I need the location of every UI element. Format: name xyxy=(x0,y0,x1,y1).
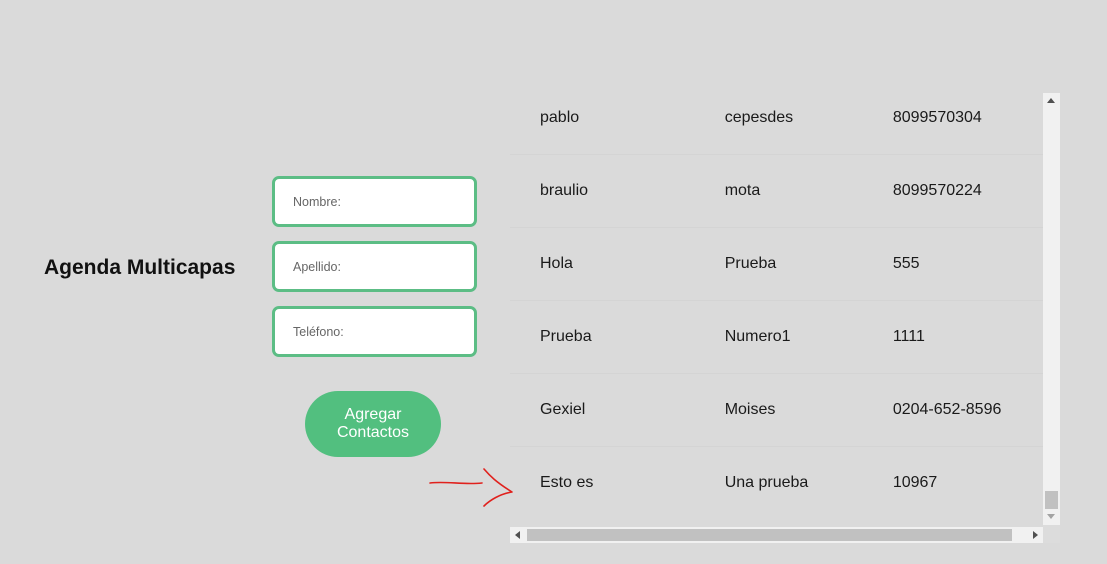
horizontal-scrollbar[interactable] xyxy=(510,527,1043,543)
contact-apellido: Moises xyxy=(724,373,893,447)
vertical-scroll-thumb[interactable] xyxy=(1045,491,1058,509)
vertical-scrollbar[interactable] xyxy=(1043,93,1060,525)
table-row: Gexiel Moises 0204-652-8596 xyxy=(510,373,1043,447)
contact-nombre: Prueba xyxy=(510,300,725,374)
scroll-right-arrow-icon[interactable] xyxy=(1033,531,1038,539)
contact-nombre: pablo xyxy=(510,93,725,155)
page-title: Agenda Multicapas xyxy=(44,256,236,279)
contacts-table: pablo cepesdes 8099570304 braulio mota 809957… xyxy=(510,93,1043,519)
contact-apellido: mota xyxy=(724,154,893,228)
scroll-down-arrow-icon[interactable] xyxy=(1047,514,1055,519)
contacts-table-body: pablo cepesdes 8099570304 braulio mota 809957… xyxy=(510,93,1043,519)
contact-apellido: Prueba xyxy=(724,227,893,301)
contact-telefono: 0204-652-8596 xyxy=(892,373,1043,447)
contact-apellido: Una prueba xyxy=(724,474,809,491)
contact-apellido: Numero1 xyxy=(724,300,893,374)
contact-nombre: braulio xyxy=(510,154,725,228)
telefono-field[interactable] xyxy=(272,306,477,357)
contact-apellido: cepesdes xyxy=(724,93,893,155)
apellido-field[interactable] xyxy=(272,241,477,292)
nombre-field[interactable] xyxy=(272,176,477,227)
contact-nombre: Esto es xyxy=(540,474,594,491)
contact-telefono: 1111 xyxy=(892,300,1043,374)
contact-telefono: 8099570304 xyxy=(892,93,1043,155)
table-row: pablo cepesdes 8099570304 xyxy=(510,93,1043,155)
scroll-left-arrow-icon[interactable] xyxy=(515,531,520,539)
contacts-table-viewport: pablo cepesdes 8099570304 braulio mota 809957… xyxy=(510,93,1043,527)
contact-telefono: 8099570224 xyxy=(892,154,1043,228)
table-row: Hola Prueba 555 xyxy=(510,227,1043,301)
red-hand-drawn-arrow-icon xyxy=(429,468,513,507)
add-contact-button[interactable]: Agregar Contactos xyxy=(305,391,441,457)
scrollbar-corner xyxy=(1043,525,1060,543)
contact-nombre: Gexiel xyxy=(510,373,725,447)
scroll-up-arrow-icon[interactable] xyxy=(1047,98,1055,103)
table-row: braulio mota 8099570224 xyxy=(510,154,1043,228)
contact-telefono: 555 xyxy=(892,227,1043,301)
table-row: Esto es Una prueba 10967 xyxy=(510,447,1043,520)
horizontal-scroll-thumb[interactable] xyxy=(527,529,1012,541)
contact-nombre: Hola xyxy=(510,227,725,301)
table-row: Prueba Numero1 1111 xyxy=(510,300,1043,374)
contact-telefono: 10967 xyxy=(892,474,938,491)
